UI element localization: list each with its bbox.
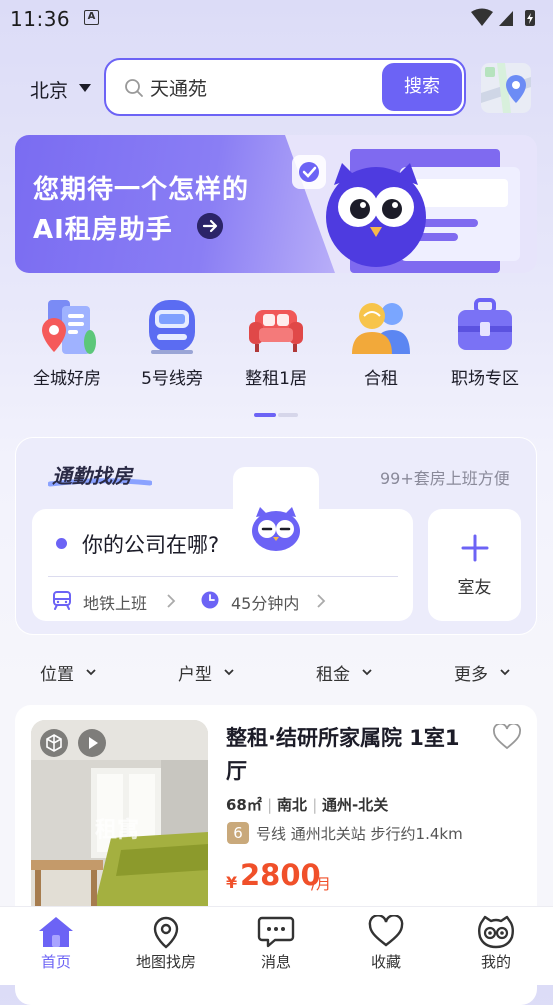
subway-icon [53,591,71,610]
briefcase-icon [458,298,512,350]
category-shared-rent[interactable]: 合租 [331,296,431,389]
category-label: 整租1居 [245,369,307,389]
filter-more[interactable]: 更多 [454,660,488,685]
play-icon[interactable] [77,728,107,758]
signal-icon [499,11,513,26]
search-icon [125,79,143,97]
status-icons [471,8,535,26]
nav-label: 消息 [260,953,291,971]
category-whole-rent[interactable]: 整租1居 [226,296,326,389]
vr-icon[interactable] [39,728,69,758]
listing-title[interactable]: 整租·结研所家属院 1室1厅 [226,722,476,788]
filter-location[interactable]: 位置 [40,660,74,685]
category-city-houses[interactable]: 全城好房 [17,296,117,389]
dot-icon [56,538,67,549]
chevron-right-icon [167,594,176,608]
nav-messages[interactable]: 消息 [221,915,331,972]
map-icon[interactable] [481,63,531,113]
caret-down-icon [500,669,510,676]
caret-down-icon[interactable] [79,84,91,92]
city-selector[interactable]: 北京 [30,76,68,103]
nav-label: 地图找房 [135,953,196,971]
caret-down-icon [362,669,372,676]
nav-profile[interactable]: 我的 [441,915,551,972]
listing-photo[interactable]: 租寓 [31,720,208,920]
arrow-right-icon[interactable] [197,213,223,239]
owl-profile-icon [478,915,514,949]
filter-layout[interactable]: 户型 [178,660,212,685]
category-label: 职场专区 [451,369,519,389]
search-input[interactable] [150,76,370,98]
subway-line-badge: 6 [227,822,249,844]
price-unit: /月 [311,875,332,893]
commute-subtitle: 99+套房上班方便 [380,469,510,488]
banner-title-line1: 您期待一个怎样的 [33,175,250,205]
nav-favorites[interactable]: 收藏 [331,915,441,972]
roommate-label: 室友 [457,578,492,598]
city-houses-icon [42,300,96,354]
map-pin-icon [153,916,179,949]
company-location-prompt[interactable]: 你的公司在哪? [82,529,219,559]
listing-price: 2800 [240,858,321,892]
add-roommate-button[interactable] [428,509,521,621]
transport-mode[interactable]: 地铁上班 [83,590,147,614]
listing-district: 通州-北关 [322,796,389,814]
category-label: 全城好房 [33,369,101,389]
a-icon: A [84,10,99,25]
nav-map[interactable]: 地图找房 [111,915,221,972]
nav-home[interactable]: 首页 [1,915,111,972]
category-label: 合租 [364,369,398,389]
chevron-right-icon [317,594,326,608]
owl-mascot-icon [252,507,300,551]
commute-title: 通勤找房 [52,464,132,488]
nav-label: 收藏 [370,953,401,971]
commute-duration[interactable]: 45分钟内 [231,590,299,614]
caret-down-icon [86,669,96,676]
nav-label: 我的 [480,953,511,971]
plus-icon [461,534,489,562]
heart-icon [368,915,404,947]
banner-title-line2: AI租房助手 [33,215,173,245]
wifi-icon [471,8,493,26]
listing-orientation: 南北 [276,796,307,814]
category-line5[interactable]: 5号线旁 [122,296,222,389]
listing-meta: 68㎡ | 南北 | 通州-北关 [226,796,389,814]
ai-assistant-banner[interactable]: 您期待一个怎样的 AI租房助手 [15,135,537,273]
category-label: 5号线旁 [141,369,203,389]
message-icon [257,916,295,948]
search-button[interactable]: 搜索 [382,63,462,111]
listing-area: 68㎡ [226,796,262,814]
listing-station: 号线 通州北关站 步行约1.4km [256,825,463,843]
favorite-heart-icon[interactable] [493,724,521,750]
nav-label: 首页 [40,953,71,971]
clock-icon [201,591,219,609]
people-icon [352,303,410,354]
owl-banner-illustration [292,149,520,273]
divider [48,576,398,577]
caret-down-icon [224,669,234,676]
status-time: 11:36 [10,7,71,31]
page-indicator [254,413,298,417]
subway-train-icon [149,300,195,354]
filter-rent[interactable]: 租金 [316,660,350,685]
category-workplace[interactable]: 职场专区 [435,296,535,389]
sofa-icon [249,310,303,352]
home-icon [39,917,73,947]
price-currency: ¥ [226,873,238,892]
watermark: 租寓 [95,818,140,843]
